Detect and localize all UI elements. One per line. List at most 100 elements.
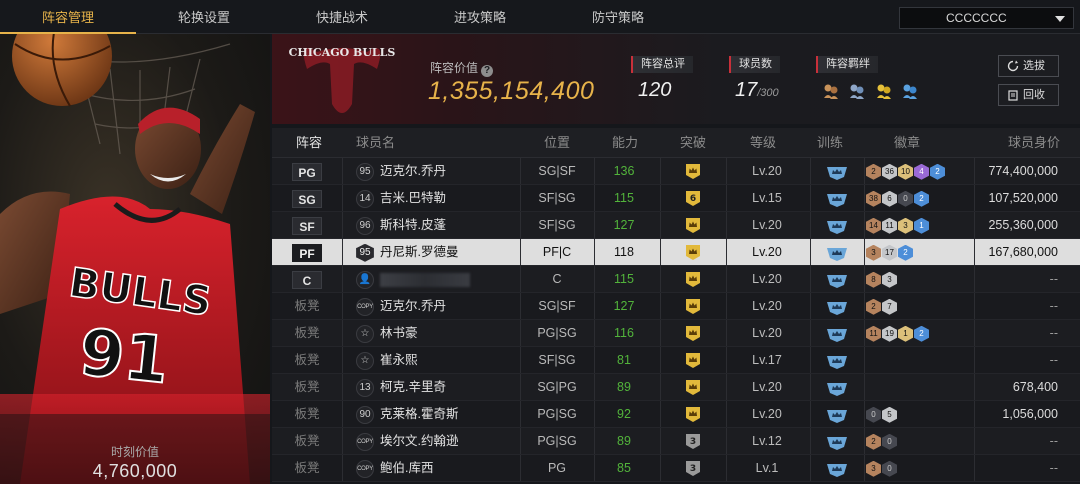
badge-blue-icon: 1 (914, 217, 929, 234)
table-row[interactable]: 板凳 ☆ 崔永熙 SF|SG 81 Lv.17 -- (272, 347, 1080, 374)
position-cell: SG|SF (538, 164, 576, 178)
breakthrough-cell[interactable] (660, 347, 726, 374)
breakthrough-cell[interactable]: 3 (660, 455, 726, 482)
badge-bronze-icon: 38 (866, 190, 881, 207)
training-cell[interactable] (812, 293, 862, 320)
jersey-number-badge: 95 (356, 243, 374, 262)
player-name: 迈克尔.乔丹 (380, 299, 446, 313)
table-row[interactable]: SG 14 吉米.巴特勒 SF|SG 115 6 Lv.15 38 6 0 2 107,520,000 (272, 185, 1080, 212)
name-cell: 林书豪 (380, 320, 520, 347)
value-cell: -- (970, 455, 1058, 482)
breakthrough-icon: 3 (685, 433, 701, 450)
position-slot-badge: C (292, 270, 322, 289)
training-cell[interactable] (812, 185, 862, 212)
training-cell[interactable] (812, 401, 862, 428)
select-button[interactable]: 选拔 (998, 55, 1059, 77)
table-header: 阵容 球员名 位置 能力 突破 等级 训练 徽章 球员身价 (272, 128, 1080, 158)
tab-offense-strategy[interactable]: 进攻策略 (412, 0, 548, 34)
table-row[interactable]: PF 95 丹尼斯.罗德曼 PF|C 118 Lv.20 3 17 2 167,680,000 (272, 239, 1080, 266)
badge-blue-icon: 2 (914, 325, 929, 342)
level-cell: Lv.20 (752, 407, 782, 421)
help-icon[interactable]: ? (481, 65, 494, 77)
lineup-value: 1,355,154,400 (428, 77, 595, 105)
training-cell[interactable] (812, 374, 862, 401)
badges-cell: 14 11 3 1 (866, 212, 976, 239)
breakthrough-cell[interactable]: 6 (660, 185, 726, 212)
training-icon (826, 380, 848, 396)
slot-cell: PF (272, 239, 342, 266)
table-row[interactable]: 板凳 COPY 鲍伯.库西 PG 85 3 Lv.1 3 0 -- (272, 455, 1080, 482)
breakthrough-icon: 3 (685, 460, 701, 477)
badges-cell: 30 (866, 455, 976, 482)
slot-cell: 板凳 (272, 374, 342, 401)
level-cell: Lv.20 (752, 326, 782, 340)
table-row[interactable]: SF 96 斯科特.皮蓬 SF|SG 127 Lv.20 14 11 3 1 255,360,000 (272, 212, 1080, 239)
badge-bronze-icon: 2 (866, 433, 881, 450)
table-row[interactable]: C 👤 C 115 Lv.20 8 3 -- (272, 266, 1080, 293)
table-row[interactable]: 板凳 13 柯克.辛里奇 SG|PG 89 Lv.20 678,400 (272, 374, 1080, 401)
name-cell: 迈克尔.乔丹 (380, 158, 520, 185)
lineup-select-dropdown[interactable]: CCCCCCC (899, 7, 1074, 29)
ability-cell: 89 (617, 380, 631, 394)
table-row[interactable]: 板凳 90 克莱格.霍奇斯 PG|SG 92 Lv.20 0 5 1,056,000 (272, 401, 1080, 428)
recycle-button[interactable]: 回收 (998, 84, 1059, 106)
number-cell: 95 (354, 239, 376, 266)
table-row[interactable]: 板凳 ☆ 林书豪 PG|SG 116 Lv.20 11 19 1 2 -- (272, 320, 1080, 347)
badge-gold-icon: 10 (898, 163, 913, 180)
table-row[interactable]: 板凳 COPY 迈克尔.乔丹 SG|SF 127 Lv.20 2 7 -- (272, 293, 1080, 320)
training-cell[interactable] (812, 239, 862, 266)
breakthrough-cell[interactable] (660, 320, 726, 347)
training-cell[interactable] (812, 455, 862, 482)
position-cell: SG|PG (537, 380, 577, 394)
value-cell: 255,360,000 (970, 212, 1058, 239)
ability-cell: 92 (617, 407, 631, 421)
chemistry-icons[interactable] (822, 82, 923, 104)
header-badges: 徽章 (894, 135, 921, 150)
breakthrough-cell[interactable]: 3 (660, 428, 726, 455)
player-value-empty: -- (1049, 299, 1058, 313)
training-icon (826, 353, 848, 369)
breakthrough-cell[interactable] (660, 293, 726, 320)
training-cell[interactable] (812, 320, 862, 347)
player-name: 埃尔文.约翰逊 (380, 434, 459, 448)
column-divider (810, 401, 811, 427)
table-row[interactable]: 板凳 COPY 埃尔文.约翰逊 PG|SG 89 3 Lv.12 2 0 -- (272, 428, 1080, 455)
bench-slot-label: 板凳 (294, 299, 320, 313)
player-name: 克莱格.霍奇斯 (380, 407, 459, 421)
training-icon (826, 326, 848, 342)
breakthrough-cell[interactable] (660, 266, 726, 293)
badges-cell: 20 (866, 428, 976, 455)
value-cell: -- (970, 428, 1058, 455)
value-cell: 1,056,000 (970, 401, 1058, 428)
recycle-button-label: 回收 (1023, 89, 1045, 101)
column-divider (864, 428, 865, 454)
training-cell[interactable] (812, 428, 862, 455)
training-cell[interactable] (812, 347, 862, 374)
name-cell: 克莱格.霍奇斯 (380, 401, 520, 428)
player-value-empty: -- (1049, 461, 1058, 475)
slot-cell: 板凳 (272, 428, 342, 455)
badges-cell: 83 (866, 266, 976, 293)
training-cell[interactable] (812, 266, 862, 293)
player-name: 斯科特.皮蓬 (380, 218, 446, 232)
breakthrough-cell[interactable] (660, 239, 726, 266)
overall-value: 120 (638, 79, 672, 101)
breakthrough-cell[interactable] (660, 401, 726, 428)
column-divider (342, 455, 343, 481)
breakthrough-cell[interactable] (660, 374, 726, 401)
slot-cell: 板凳 (272, 455, 342, 482)
breakthrough-cell[interactable] (660, 158, 726, 185)
position-cell: C (552, 272, 562, 286)
tab-rotation-settings[interactable]: 轮换设置 (136, 0, 272, 34)
number-cell: COPY (354, 455, 376, 482)
column-divider (864, 266, 865, 292)
tab-defense-strategy[interactable]: 防守策略 (550, 0, 686, 34)
tab-lineup-management[interactable]: 阵容管理 (0, 0, 136, 34)
training-cell[interactable] (812, 212, 862, 239)
table-row[interactable]: PG 95 迈克尔.乔丹 SG|SF 136 Lv.20 2 36 10 4 2 774,400,00… (272, 158, 1080, 185)
training-cell[interactable] (812, 158, 862, 185)
tab-quick-tactics[interactable]: 快捷战术 (274, 0, 410, 34)
breakthrough-icon (685, 352, 701, 369)
column-divider (810, 374, 811, 400)
breakthrough-cell[interactable] (660, 212, 726, 239)
